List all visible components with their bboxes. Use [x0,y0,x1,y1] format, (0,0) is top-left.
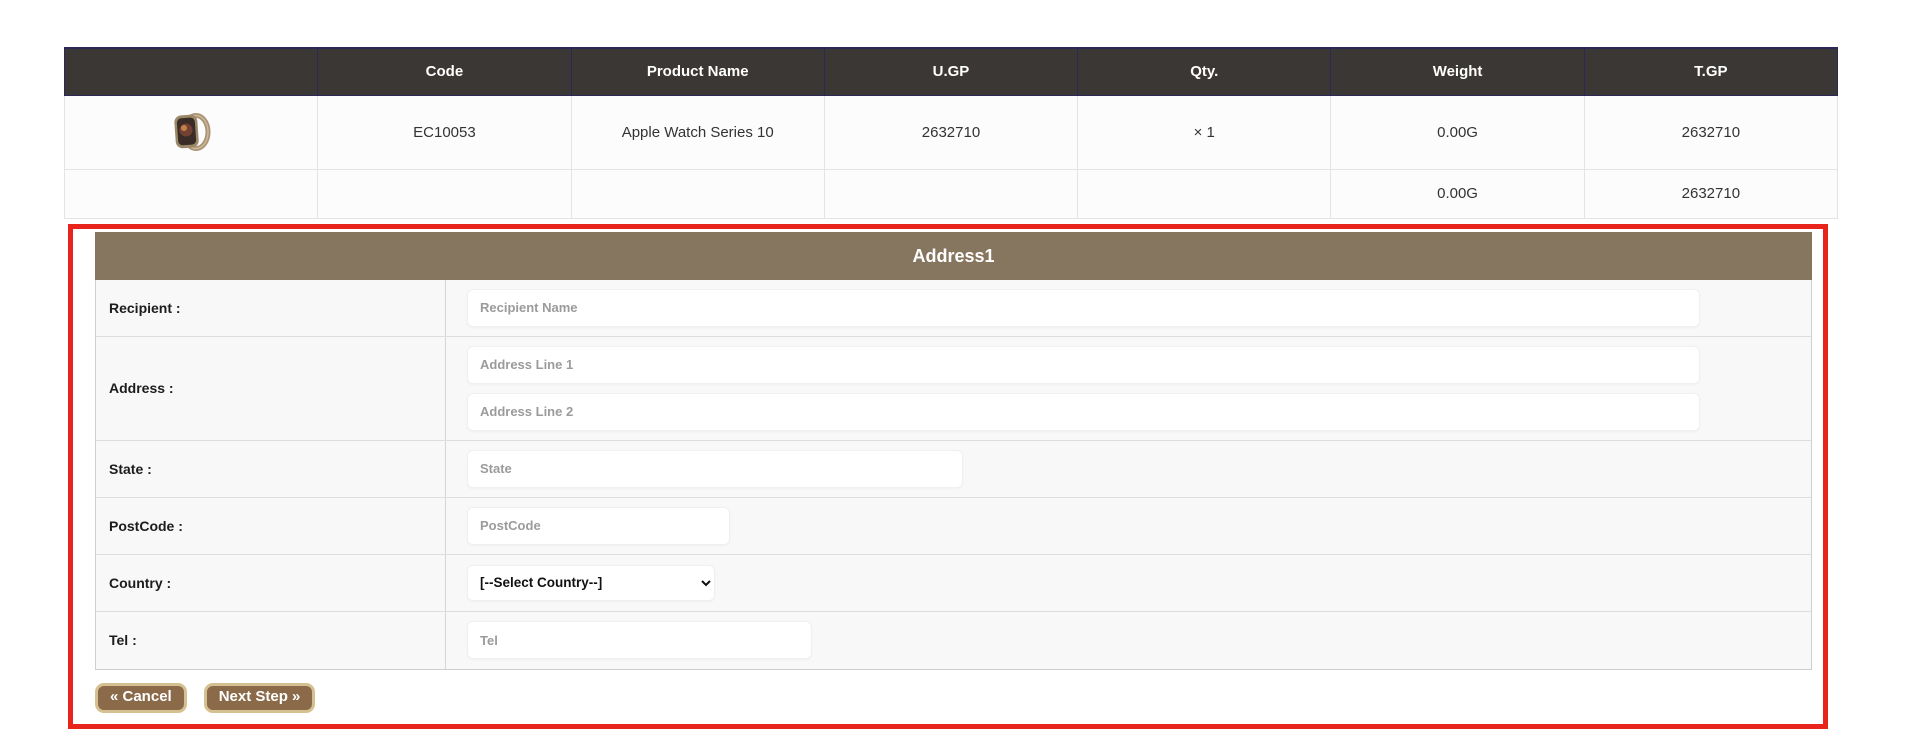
tel-label: Tel : [96,612,446,669]
weight-value: 0.00G [1331,95,1584,169]
state-input[interactable] [467,450,963,488]
form-row-tel: Tel : [96,612,1811,669]
column-header-qty: Qty. [1078,48,1331,95]
form-row-recipient: Recipient : [96,280,1811,337]
quantity-value: × 1 [1078,95,1331,169]
unit-gp-value: 2632710 [824,95,1077,169]
total-gp-sum-value: 2632710 [1584,169,1837,218]
product-summary-table: Code Product Name U.GP Qty. Weight T.GP … [64,47,1838,219]
tel-input[interactable] [467,621,812,659]
cancel-button[interactable]: « Cancel [95,683,187,713]
recipient-input[interactable] [467,289,1700,327]
column-header-ugp: U.GP [824,48,1077,95]
country-label: Country : [96,555,446,611]
form-row-postcode: PostCode : [96,498,1811,555]
state-label: State : [96,441,446,497]
address-line1-input[interactable] [467,346,1700,384]
form-row-country: Country : [--Select Country--] [96,555,1811,612]
product-code: EC10053 [318,95,571,169]
address-panel: Address1 Recipient : Address : State : P… [68,224,1828,729]
form-row-address: Address : [96,337,1811,441]
total-weight-value: 0.00G [1331,169,1584,218]
totals-empty-cell [571,169,824,218]
country-select[interactable]: [--Select Country--] [467,565,715,601]
table-row: EC10053 Apple Watch Series 10 2632710 × … [65,95,1838,169]
totals-empty-cell [824,169,1077,218]
total-gp-value: 2632710 [1584,95,1837,169]
column-header-code: Code [318,48,571,95]
product-image-cell [65,95,318,169]
next-step-button[interactable]: Next Step » [204,683,316,713]
apple-watch-icon [168,111,214,153]
recipient-label: Recipient : [96,280,446,336]
column-header-product-name: Product Name [571,48,824,95]
address-form: Recipient : Address : State : PostCode : [95,280,1812,670]
totals-row: 0.00G 2632710 [65,169,1838,218]
address-label: Address : [96,337,446,440]
address-line2-input[interactable] [467,393,1700,431]
column-header-tgp: T.GP [1584,48,1837,95]
form-buttons: « Cancel Next Step » [95,683,1811,713]
product-name: Apple Watch Series 10 [571,95,824,169]
address-panel-title: Address1 [95,232,1812,280]
column-header-image [65,48,318,95]
totals-empty-cell [1078,169,1331,218]
postcode-label: PostCode : [96,498,446,554]
form-row-state: State : [96,441,1811,498]
column-header-weight: Weight [1331,48,1584,95]
postcode-input[interactable] [467,507,730,545]
totals-empty-cell [318,169,571,218]
table-header-row: Code Product Name U.GP Qty. Weight T.GP [65,48,1838,95]
totals-empty-cell [65,169,318,218]
